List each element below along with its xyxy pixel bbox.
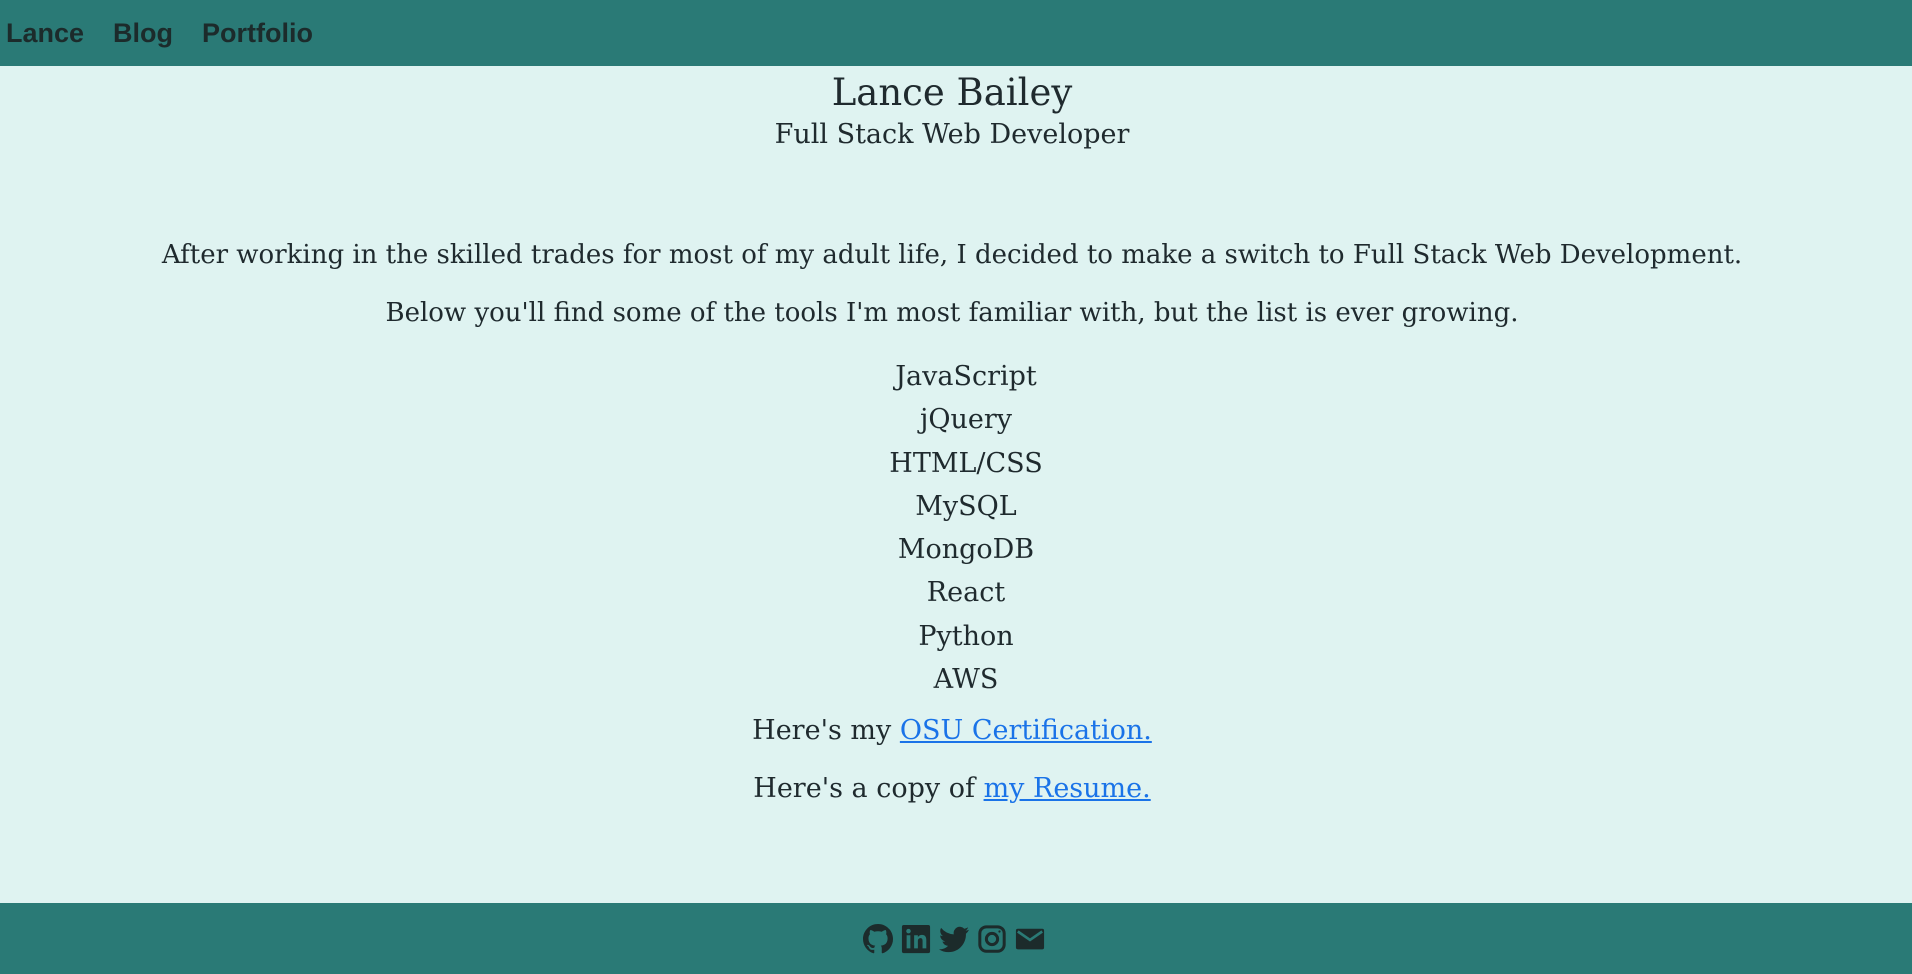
email-icon[interactable] [1014, 923, 1046, 955]
nav-link-portfolio[interactable]: Portfolio [202, 19, 313, 47]
skill-item: MySQL [915, 490, 1017, 522]
certification-prefix: Here's my [752, 715, 900, 746]
resume-line: Here's a copy of my Resume. [0, 773, 1904, 805]
resume-prefix: Here's a copy of [753, 773, 984, 804]
resume-link[interactable]: my Resume. [984, 773, 1151, 804]
page-title: Lance Bailey [831, 71, 1073, 114]
skill-item: HTML/CSS [889, 447, 1043, 479]
skill-item: AWS [933, 664, 999, 696]
skill-item: MongoDB [897, 534, 1035, 566]
skill-item: JavaScript [895, 361, 1037, 392]
page-subtitle: Full Stack Web Developer [774, 119, 1130, 150]
navbar: Lance Blog Portfolio [0, 0, 1912, 66]
intro-paragraph: After working in the skilled trades for … [161, 240, 1743, 270]
skills-list: JavaScript jQuery HTML/CSS MySQL MongoDB… [0, 355, 1912, 701]
github-icon[interactable] [862, 923, 894, 955]
social-links [862, 923, 1046, 955]
skill-item: Python [918, 620, 1014, 652]
nav-link-blog[interactable]: Blog [113, 19, 173, 47]
skill-item: jQuery [919, 404, 1013, 436]
main-content: Lance Bailey Full Stack Web Developer Af… [0, 66, 1912, 902]
certification-link[interactable]: OSU Certification. [900, 715, 1152, 746]
skill-item: React [926, 577, 1006, 609]
nav-brand-link[interactable]: Lance [6, 19, 84, 47]
tools-paragraph: Below you'll find some of the tools I'm … [385, 298, 1519, 328]
twitter-icon[interactable] [938, 923, 970, 955]
certification-line: Here's my OSU Certification. [0, 715, 1904, 747]
linkedin-icon[interactable] [900, 923, 932, 955]
instagram-icon[interactable] [976, 923, 1008, 955]
footer [0, 903, 1912, 974]
